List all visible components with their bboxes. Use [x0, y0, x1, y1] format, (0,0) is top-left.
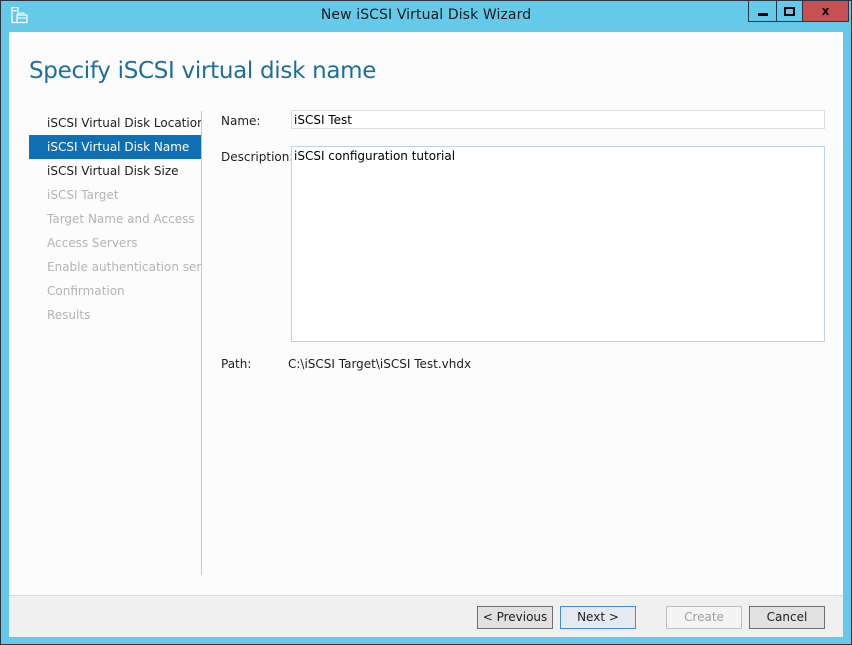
window-title: New iSCSI Virtual Disk Wizard	[320, 7, 532, 23]
step-enable-authentication: Enable authentication ser...	[47, 260, 201, 274]
step-confirmation: Confirmation	[47, 284, 125, 298]
title-bar[interactable]: New iSCSI Virtual Disk Wizard x	[1, 1, 851, 32]
step-access-servers: Access Servers	[47, 236, 138, 250]
minimize-icon	[757, 12, 768, 16]
previous-button[interactable]: < Previous	[477, 606, 553, 629]
minimize-button[interactable]	[748, 1, 776, 22]
step-virtual-disk-size[interactable]: iSCSI Virtual Disk Size	[29, 159, 201, 183]
wizard-steps-nav: iSCSI Virtual Disk Location iSCSI Virtua…	[29, 111, 201, 327]
step-target-name-access: Target Name and Access	[47, 212, 195, 226]
name-label: Name:	[221, 114, 261, 128]
step-results: Results	[47, 308, 91, 322]
page-title: Specify iSCSI virtual disk name	[29, 58, 377, 84]
description-label: Description:	[221, 150, 294, 164]
steps-divider	[201, 111, 202, 575]
wizard-footer: < Previous Next > Create Cancel	[9, 595, 843, 637]
description-input[interactable]: iSCSI configuration tutorial	[291, 146, 825, 342]
name-input[interactable]	[291, 110, 825, 129]
cancel-button[interactable]: Cancel	[749, 606, 825, 629]
close-button[interactable]: x	[803, 1, 849, 22]
maximize-icon	[784, 6, 795, 16]
step-virtual-disk-location[interactable]: iSCSI Virtual Disk Location	[29, 111, 201, 135]
caption-buttons: x	[748, 1, 849, 22]
create-button: Create	[666, 606, 742, 629]
step-virtual-disk-name[interactable]: iSCSI Virtual Disk Name	[29, 135, 201, 159]
wizard-window: New iSCSI Virtual Disk Wizard x Specify …	[0, 0, 852, 645]
path-value: C:\iSCSI Target\iSCSI Test.vhdx	[288, 357, 472, 371]
close-icon: x	[821, 4, 830, 18]
wizard-content: Specify iSCSI virtual disk name iSCSI Vi…	[9, 32, 843, 637]
next-button[interactable]: Next >	[560, 606, 636, 629]
path-label: Path:	[221, 357, 252, 371]
maximize-button[interactable]	[776, 1, 803, 22]
step-iscsi-target: iSCSI Target	[47, 188, 119, 202]
